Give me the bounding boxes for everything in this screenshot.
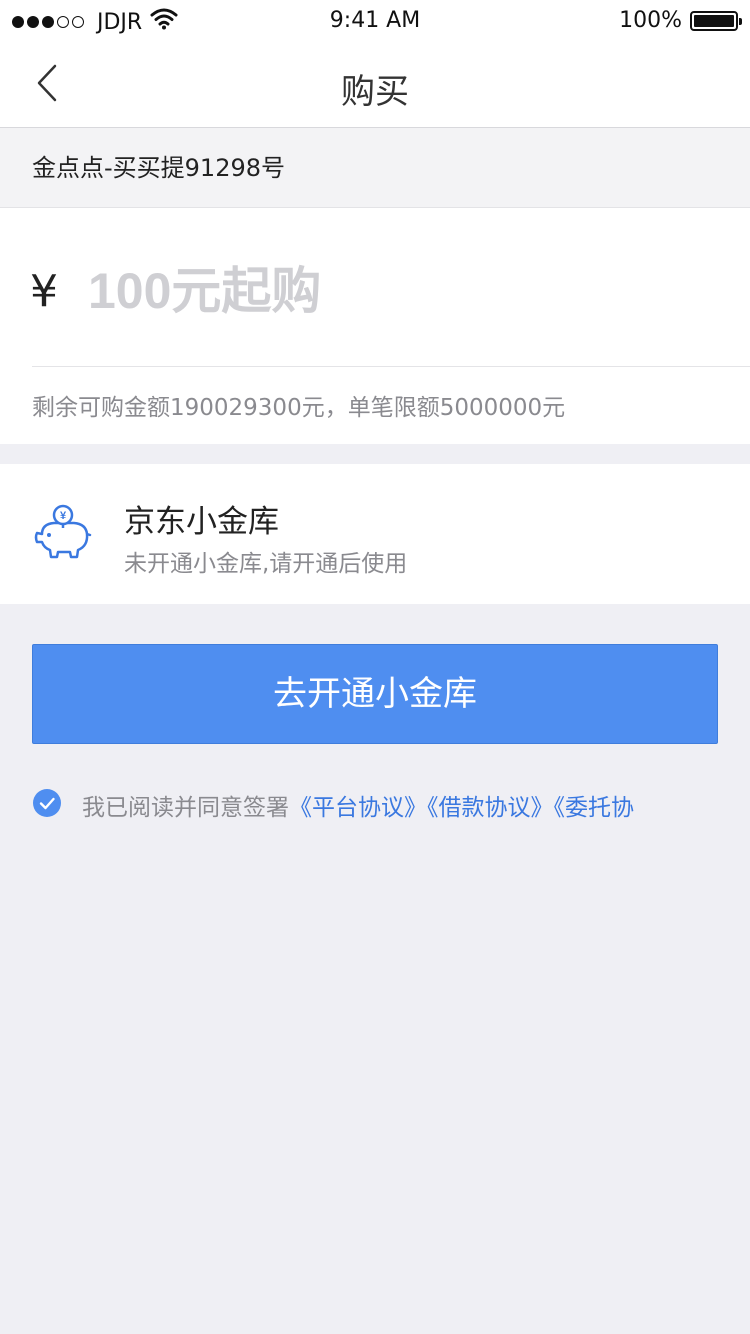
amount-divider — [32, 366, 750, 367]
product-name: 金点点-买买提91298号 — [32, 154, 286, 182]
loan-agreement-link[interactable]: 《借款协议》 — [427, 795, 554, 821]
svg-text:¥: ¥ — [60, 510, 67, 522]
entrustment-agreement-link[interactable]: 《委托协 — [554, 795, 635, 821]
battery-percent: 100% — [619, 8, 682, 33]
navigation-bar: 购买 — [0, 40, 750, 128]
agreement-prefix: 我已阅读并同意签署 — [82, 795, 289, 821]
status-bar: JDJR 9:41 AM 100% — [0, 0, 750, 40]
currency-symbol: ¥ — [30, 266, 58, 317]
platform-agreement-link[interactable]: 《平台协议》 — [289, 795, 427, 821]
amount-section: ¥ 剩余可购金额190029300元，单笔限额5000000元 — [0, 208, 750, 444]
agreement-row: 我已阅读并同意签署《平台协议》《借款协议》《委托协 — [32, 786, 750, 822]
page-title: 购买 — [341, 72, 409, 112]
vault-subtitle: 未开通小金库,请开通后使用 — [124, 551, 408, 577]
agreement-checkbox-icon[interactable] — [32, 788, 62, 818]
product-name-bar: 金点点-买买提91298号 — [0, 128, 750, 208]
vault-title: 京东小金库 — [124, 504, 279, 540]
agreement-text: 我已阅读并同意签署《平台协议》《借款协议》《委托协 — [82, 788, 634, 822]
vault-payment-option[interactable]: ¥ 京东小金库 未开通小金库,请开通后使用 — [0, 464, 750, 604]
purchase-limit-text: 剩余可购金额190029300元，单笔限额5000000元 — [32, 395, 566, 421]
status-right: 100% — [619, 8, 742, 33]
piggy-bank-icon: ¥ — [34, 504, 92, 559]
amount-input[interactable] — [88, 254, 708, 328]
open-vault-button[interactable]: 去开通小金库 — [32, 644, 718, 744]
battery-icon — [690, 10, 742, 31]
